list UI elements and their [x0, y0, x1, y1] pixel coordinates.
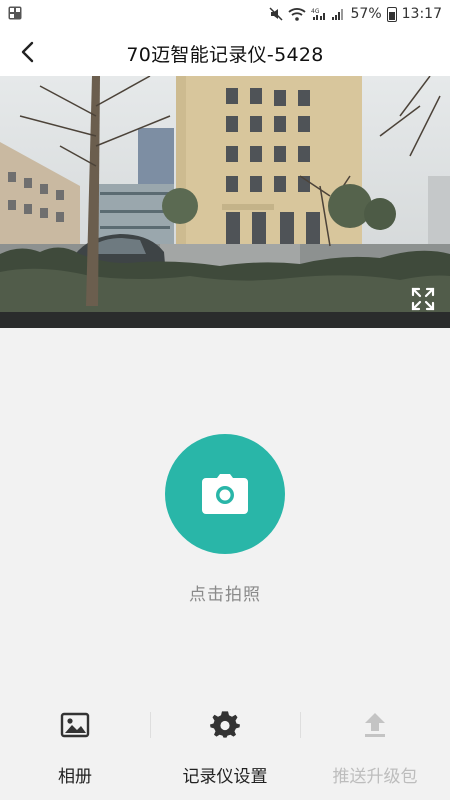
- wifi-icon: [287, 8, 306, 21]
- clock: 13:17: [401, 6, 442, 22]
- tab-album[interactable]: 相册: [0, 700, 150, 800]
- battery-icon: [386, 6, 397, 22]
- camera-icon: [202, 474, 248, 514]
- svg-text:4G: 4G: [311, 8, 320, 15]
- gallery-notification-icon: [8, 6, 22, 20]
- signal-icon: [331, 9, 343, 20]
- tab-recorder-settings[interactable]: 记录仪设置: [150, 700, 300, 800]
- bottom-toolbar: 相册 记录仪设置 推送升级包: [0, 700, 450, 800]
- capture-photo-button[interactable]: [165, 434, 285, 554]
- tab-push-upgrade[interactable]: 推送升级包: [300, 700, 450, 800]
- tab-album-label: 相册: [58, 767, 92, 787]
- mute-icon: [268, 7, 283, 21]
- capture-label: 点击拍照: [189, 585, 261, 605]
- gear-icon: [210, 711, 240, 738]
- tab-push-upgrade-label: 推送升级包: [332, 767, 418, 787]
- tab-recorder-settings-label: 记录仪设置: [182, 767, 268, 787]
- image-icon: [60, 712, 90, 738]
- camera-scene: [0, 76, 450, 328]
- battery-percent: 57%: [350, 6, 382, 22]
- status-bar: 4G 57% 13:17: [0, 0, 450, 28]
- app-header: 70迈智能记录仪-5428: [0, 28, 450, 76]
- signal-4g-icon: 4G: [311, 8, 325, 20]
- upload-icon: [365, 713, 385, 737]
- page-title: 70迈智能记录仪-5428: [126, 44, 324, 66]
- expand-icon[interactable]: [410, 286, 436, 312]
- live-video-preview[interactable]: [0, 76, 450, 328]
